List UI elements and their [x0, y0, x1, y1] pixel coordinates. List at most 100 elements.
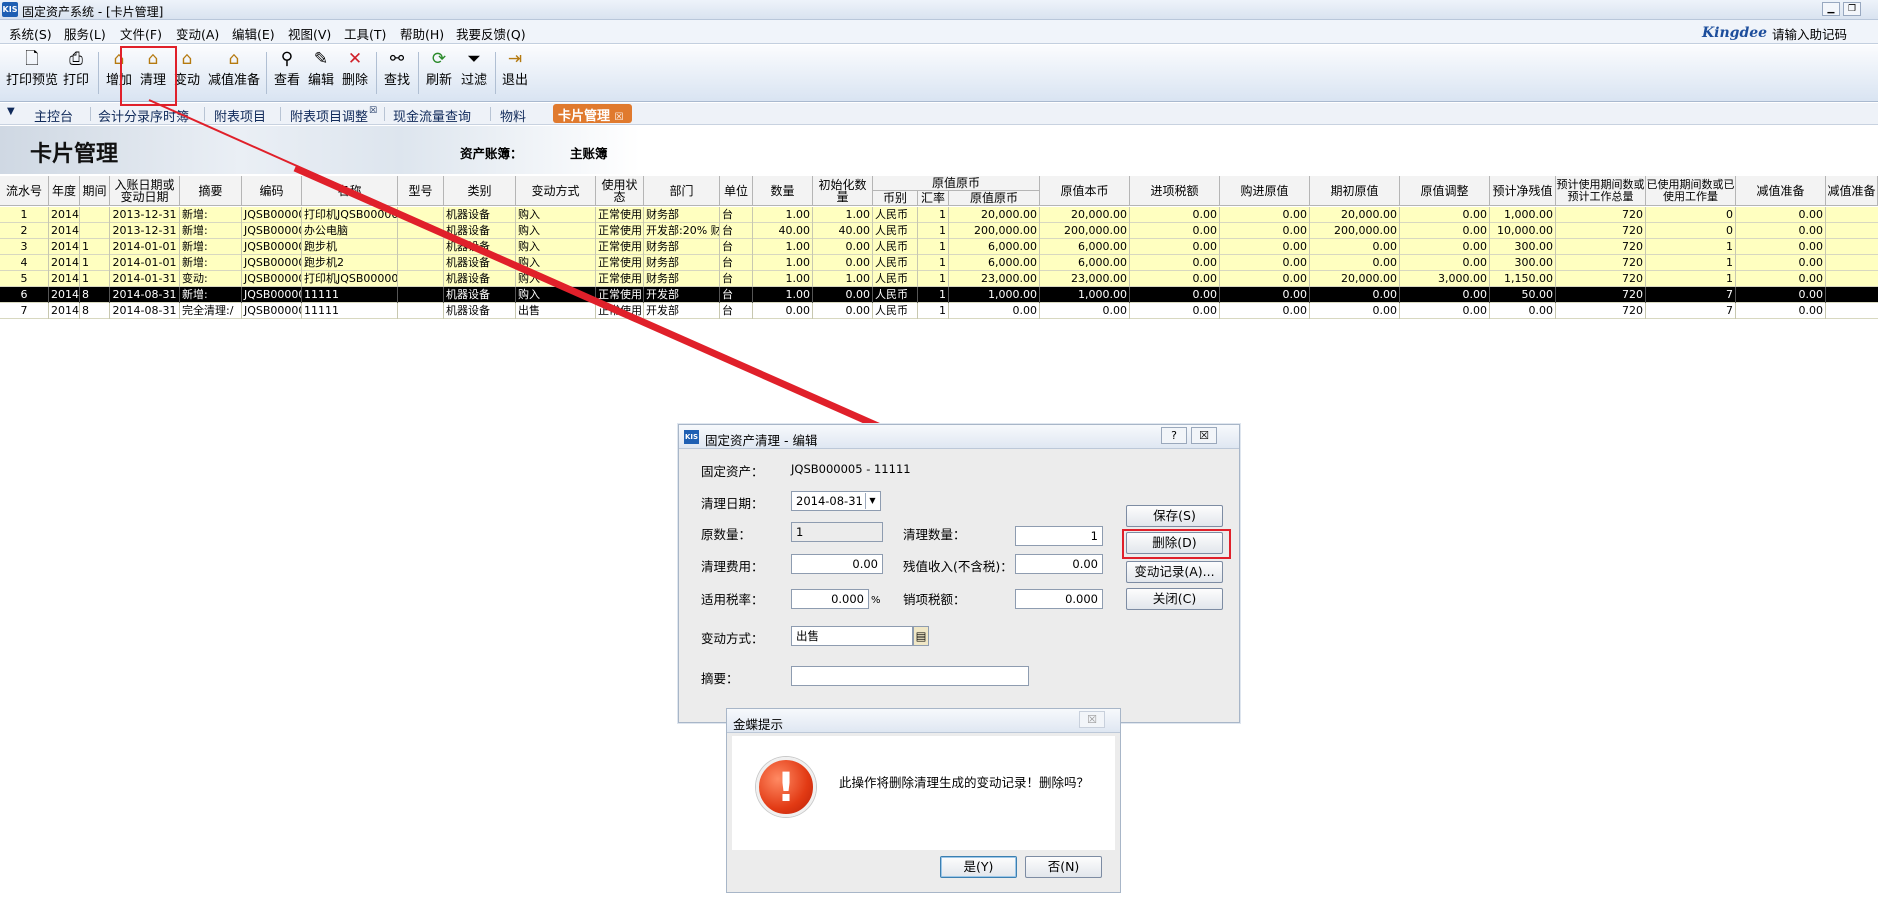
col-header[interactable]: 原值调整 — [1400, 176, 1490, 206]
col-header[interactable]: 变动方式 — [516, 176, 596, 206]
close-icon[interactable]: ☒ — [1079, 711, 1105, 728]
change-button[interactable]: ⌂ 变动 — [174, 49, 200, 88]
edit-pen-icon: ✎ — [313, 49, 329, 69]
col-header[interactable]: 使用状态 — [596, 176, 644, 206]
yes-button[interactable]: 是(Y) — [940, 856, 1017, 878]
col-header[interactable]: 预计净残值 — [1490, 176, 1556, 206]
tab-schedule-items[interactable]: 附表项目 — [214, 106, 266, 125]
table-cell — [80, 223, 110, 239]
table-cell: 正常使用 — [598, 255, 644, 271]
no-button[interactable]: 否(N) — [1025, 856, 1102, 878]
col-header[interactable]: 单位 — [720, 176, 753, 206]
date-input[interactable]: 2014-08-31 ▼ — [791, 491, 881, 511]
tax-rate-label: 适用税率： — [701, 592, 764, 607]
delete-x-icon: ✕ — [347, 49, 363, 69]
mnemonic-search[interactable]: 请输入助记码 — [1772, 24, 1847, 43]
fee-input[interactable]: 0.00 — [791, 554, 883, 574]
tax-rate-input[interactable]: 0.000 — [791, 589, 869, 609]
print-preview-button[interactable]: 🗋 打印预览 — [6, 49, 58, 88]
col-header[interactable]: 减值准备 — [1826, 176, 1878, 206]
output-tax-input[interactable]: 0.000 — [1015, 589, 1103, 609]
col-header[interactable]: 部门 — [644, 176, 720, 206]
col-header[interactable]: 预计使用期间数或预计工作总量 — [1556, 176, 1646, 206]
col-header[interactable]: 型号 — [398, 176, 444, 206]
exit-button[interactable]: ⇥ 退出 — [502, 49, 528, 88]
tab-schedule-adjust[interactable]: 附表项目调整 — [290, 106, 368, 125]
save-button[interactable]: 保存(S) — [1126, 505, 1223, 527]
refresh-button[interactable]: ⟳ 刷新 — [426, 49, 452, 88]
col-header[interactable]: 年度 — [49, 176, 80, 206]
print-button[interactable]: ⎙ 打印 — [63, 49, 89, 88]
col-header[interactable]: 汇率 — [918, 191, 949, 206]
menu-edit[interactable]: 编辑(E) — [232, 24, 275, 43]
col-group-header[interactable]: 原值原币 — [873, 176, 1040, 191]
col-header[interactable]: 期间 — [80, 176, 110, 206]
table-row[interactable]: 22014 2013-12-31新增:JQSB000002办公电脑 机器设备购入正常… — [0, 223, 1878, 239]
table-cell: 台 — [720, 239, 753, 255]
table-cell: 7 — [0, 303, 49, 319]
col-header[interactable]: 初始化数量 — [813, 176, 873, 206]
chevron-down-icon[interactable]: ▼ — [865, 493, 879, 509]
col-header[interactable]: 已使用期间数或已使用工作量 — [1646, 176, 1736, 206]
table-cell: 720 — [1556, 255, 1646, 271]
lookup-icon[interactable]: ▤ — [913, 626, 929, 646]
table-cell: 1.00 — [813, 271, 873, 287]
table-cell: 2014-01-01 — [110, 255, 180, 271]
impairment-button[interactable]: ⌂ 减值准备 — [208, 49, 260, 88]
tab-close-icon[interactable]: ☒ — [369, 106, 377, 116]
col-header[interactable]: 期初原值 — [1310, 176, 1400, 206]
menu-system[interactable]: 系统(S) — [9, 24, 52, 43]
table-row[interactable]: 4201412014-01-01新增:JQSB000004跑步机2机器设备购入正… — [0, 255, 1878, 271]
clear-qty-input[interactable]: 1 — [1015, 526, 1103, 546]
change-history-button[interactable]: 变动记录(A)... — [1126, 561, 1223, 583]
col-header[interactable]: 原值原币 — [949, 191, 1040, 206]
menu-help[interactable]: 帮助(H) — [400, 24, 444, 43]
menu-change[interactable]: 变动(A) — [176, 24, 219, 43]
table-row[interactable]: 3201412014-01-01新增:JQSB000003跑步机机器设备购入正常… — [0, 239, 1878, 255]
filter-button[interactable]: ⏷ 过滤 — [461, 49, 487, 88]
help-icon[interactable]: ? — [1161, 427, 1187, 444]
view-button[interactable]: ⚲ 查看 — [274, 49, 300, 88]
table-row[interactable]: 120142013-12-31新增:JQSB000001打印机JQSB00000… — [0, 207, 1878, 223]
menu-file[interactable]: 文件(F) — [120, 24, 162, 43]
col-header[interactable]: 入账日期或变动日期 — [110, 176, 180, 206]
close-icon[interactable]: ☒ — [1191, 427, 1217, 444]
close-button[interactable]: 关闭(C) — [1126, 588, 1223, 610]
tab-material[interactable]: 物料 — [500, 106, 526, 125]
table-cell: 2014 — [51, 255, 80, 271]
table-row[interactable]: 5201412014-01-31变动:JQSB000001打印机JQSB0000… — [0, 271, 1878, 287]
col-header[interactable]: 购进原值 — [1220, 176, 1310, 206]
tab-card-management[interactable]: 卡片管理 ☒ — [553, 104, 632, 124]
col-header[interactable]: 原值本币 — [1040, 176, 1130, 206]
find-button[interactable]: ⚯ 查找 — [384, 49, 410, 88]
restore-icon[interactable]: ❐ — [1843, 2, 1861, 16]
tab-journal[interactable]: 会计分录序时簿 — [98, 106, 189, 125]
close-icon[interactable]: ☒ — [615, 112, 624, 123]
col-header[interactable]: 流水号 — [0, 176, 49, 206]
tab-cashflow[interactable]: 现金流量查询 — [393, 106, 471, 125]
summary-input[interactable] — [791, 666, 1029, 686]
col-header[interactable]: 名称 — [302, 176, 398, 206]
minimize-icon[interactable]: ▁ — [1822, 2, 1840, 16]
col-header[interactable]: 类别 — [444, 176, 516, 206]
tab-menu-chevron-icon[interactable]: ▼ — [7, 106, 15, 117]
col-header[interactable]: 币别 — [873, 191, 918, 206]
col-header[interactable]: 进项税额 — [1130, 176, 1220, 206]
residual-input[interactable]: 0.00 — [1015, 554, 1103, 574]
menu-service[interactable]: 服务(L) — [64, 24, 106, 43]
method-input[interactable]: 出售 — [791, 626, 913, 646]
menu-tools[interactable]: 工具(T) — [344, 24, 386, 43]
col-header[interactable]: 数量 — [753, 176, 813, 206]
table-cell: 0.00 — [1736, 287, 1826, 303]
table-row[interactable]: 6201482014-08-31新增:JQSB00000511111 机器设备购入… — [0, 287, 1878, 303]
menu-view[interactable]: 视图(V) — [288, 24, 331, 43]
col-header[interactable]: 摘要 — [180, 176, 242, 206]
menu-feedback[interactable]: 我要反馈(Q) — [456, 24, 526, 43]
col-header[interactable]: 编码 — [242, 176, 302, 206]
table-cell: 1,000.00 — [1490, 207, 1556, 223]
delete-button[interactable]: ✕ 删除 — [342, 49, 368, 88]
tab-main-console[interactable]: 主控台 — [34, 106, 73, 125]
edit-button[interactable]: ✎ 编辑 — [308, 49, 334, 88]
col-header[interactable]: 减值准备 — [1736, 176, 1826, 206]
table-row[interactable]: 7201482014-08-31完全清理:/JQSB00000511111机器设… — [0, 303, 1878, 319]
